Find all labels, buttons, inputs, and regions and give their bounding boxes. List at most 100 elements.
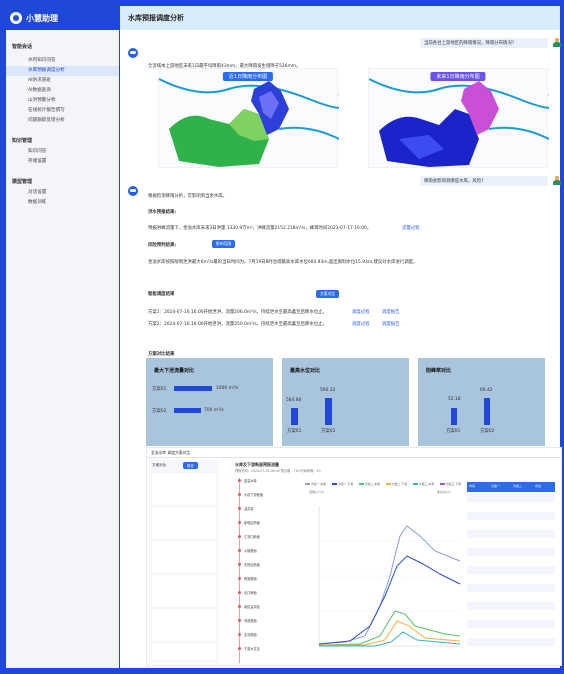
- legend-swatch: [413, 483, 418, 485]
- station-item[interactable]: 乡镇断面: [238, 548, 257, 553]
- bar-plan-01: [291, 408, 298, 425]
- list-item[interactable]: [152, 542, 216, 572]
- sidebar-item-qa[interactable]: 水利知识问答: [6, 56, 119, 66]
- embedded-dispatch-view: 金溢水库 调度方案对比 方案对比 报告 金溢水库大坝下游断面 溢洪道新城区断面汇流…: [146, 447, 562, 666]
- table-row: [467, 503, 555, 511]
- list-item[interactable]: [152, 576, 216, 606]
- rainfall-map-past[interactable]: 近1日降雨分布图: [158, 68, 346, 168]
- rainfall-map-future[interactable]: 未来1日降雨分布图: [368, 68, 556, 168]
- plan-2-report-link[interactable]: 调度报告: [382, 321, 400, 327]
- bar-value: 66.42: [480, 388, 493, 393]
- table-row: [467, 548, 555, 556]
- risk-heading: 风险预判结果:: [148, 243, 177, 248]
- station-dot-icon: [238, 605, 241, 608]
- station-dot-icon: [238, 619, 241, 622]
- legend-item[interactable]: 方案二-下游: [386, 482, 407, 486]
- legend-swatch: [332, 483, 337, 485]
- sidebar-item-knowledge-qa[interactable]: 知识问答: [6, 147, 119, 157]
- table-row: [467, 584, 555, 592]
- compare-plans-button[interactable]: 方案对比: [316, 290, 340, 298]
- legend-swatch: [359, 483, 364, 485]
- station-item[interactable]: 支流断面: [238, 632, 257, 637]
- bar-label: 方案02: [152, 409, 167, 414]
- embedded-tab-compare[interactable]: 方案对比: [152, 463, 166, 468]
- sidebar: 小慧助理 智能会话 水利知识问答 水库预报调度分析 AI防汛值班 AI数据查询 …: [6, 6, 119, 668]
- plan-2-process-link[interactable]: 调度过程: [352, 321, 370, 327]
- plan-1-report-link[interactable]: 调度报告: [382, 309, 400, 315]
- legend-item[interactable]: 方案三-下游: [440, 482, 461, 486]
- embedded-title: 金溢水库 调度方案对比: [151, 450, 191, 455]
- user-question-1: 当前各台上游地区的降雨情况，降雨分布情况?: [420, 38, 548, 48]
- chart-legend: 方案一-水库 方案一-下游 方案二-水库 方案二-下游 方案三-水库 方案三-下游: [305, 482, 465, 490]
- table-row: [467, 620, 555, 628]
- station-item[interactable]: 出口断面: [238, 590, 257, 595]
- bar-plan-01: [451, 408, 457, 425]
- bar-plan-02: [174, 408, 201, 413]
- risk-scope-button[interactable]: 影响范围: [212, 240, 236, 248]
- table-row: [467, 602, 555, 610]
- bar-label: 方案02: [480, 429, 495, 434]
- card-max-discharge-title: 最大下泄流量对比: [154, 368, 195, 374]
- legend-item[interactable]: 方案一-下游: [332, 482, 353, 486]
- station-list: 金溢水库大坝下游断面 溢洪道新城区断面汇流口断面乡镇断面农田区断面桥梁断面出口断面…: [238, 478, 289, 663]
- table-row: [467, 647, 555, 655]
- rainfall-map-past-graphic: [158, 78, 346, 167]
- bar-value: 700 m³/s: [204, 408, 224, 413]
- card-max-discharge: 最大下泄流量对比 方案01 1000 m³/s 方案02 700 m³/s: [146, 358, 273, 446]
- bar-label: 方案01: [287, 429, 302, 434]
- sidebar-item-report[interactable]: 在线统计报告撰写: [6, 106, 119, 116]
- sidebar-item-data-query[interactable]: AI数据查询: [6, 86, 119, 96]
- sidebar-item-reservoir[interactable]: 水库预报调度分析: [6, 66, 119, 76]
- table-row: [467, 494, 555, 502]
- rainfall-map-future-title: 未来1日降雨分布图: [430, 72, 486, 81]
- dispatch-heading: 智能调度结果: [148, 292, 175, 297]
- list-item[interactable]: [152, 474, 216, 504]
- sidebar-item-flood-warning[interactable]: 山洪预警分析: [6, 96, 119, 106]
- embedded-data-table: 时间 方案一 方案二 水位: [467, 482, 555, 662]
- legend-item[interactable]: 方案二-水库: [359, 482, 380, 486]
- table-row: [467, 530, 555, 538]
- station-item[interactable]: 汇流口断面: [238, 534, 260, 539]
- table-header-cell: 水位: [535, 484, 542, 488]
- station-item[interactable]: 农田区断面: [238, 562, 260, 567]
- bar-plan-01: [174, 386, 212, 391]
- station-dot-icon: [238, 647, 241, 650]
- app-name: 小慧助理: [26, 13, 58, 23]
- sidebar-item-training[interactable]: 数据训练: [6, 198, 119, 208]
- station-item[interactable]: 新城区断面: [238, 520, 260, 525]
- embedded-tab-report[interactable]: 报告: [183, 462, 198, 469]
- legend-item[interactable]: 方案三-水库: [413, 482, 434, 486]
- list-item[interactable]: [152, 508, 216, 538]
- sidebar-item-storage[interactable]: 存储设置: [6, 157, 119, 167]
- station-dot-icon: [238, 577, 241, 580]
- sidebar-item-duty[interactable]: AI防汛值班: [6, 76, 119, 86]
- sidebar-item-dialog-settings[interactable]: 对话设置: [6, 188, 119, 198]
- sidebar-item-feedback[interactable]: 问题跟踪反馈分析: [6, 116, 119, 126]
- table-row: [467, 512, 555, 520]
- embedded-chart-subtitle: 预报时间：2024-07-16 08:00 预见期：72h 时间间隔：1h: [235, 469, 321, 473]
- card-peak-reduction: 削峰率对比 52.18 方案01 66.42 方案02: [418, 358, 545, 446]
- station-item[interactable]: 大坝下游断面: [238, 492, 263, 497]
- forecast-link[interactable]: 流量过程: [402, 225, 420, 231]
- table-row: [467, 611, 555, 619]
- station-item[interactable]: 城区监测站: [238, 604, 260, 609]
- station-item[interactable]: 河道断面: [238, 618, 257, 623]
- legend-item[interactable]: 方案一-水库: [305, 482, 326, 486]
- rainfall-map-past-title: 近1日降雨分布图: [222, 72, 274, 81]
- table-row: [467, 575, 555, 583]
- plan-1-process-link[interactable]: 调度过程: [352, 309, 370, 315]
- table-header: [467, 482, 555, 492]
- plan-1-text: 方案1：2024-07-16 16:00开始泄洪，流量206.0m³/s，持续泄…: [148, 310, 327, 315]
- station-dot-icon: [238, 633, 241, 636]
- table-row: [467, 629, 555, 637]
- forecast-heading: 洪水预报结果:: [148, 210, 177, 215]
- list-item[interactable]: [152, 610, 216, 640]
- station-item[interactable]: 下游水文站: [238, 646, 260, 651]
- right-axis-label: 库水位(m): [437, 490, 452, 494]
- legend-swatch: [305, 483, 310, 485]
- station-item[interactable]: 桥梁断面: [238, 576, 257, 581]
- station-item[interactable]: 金溢水库: [238, 478, 257, 483]
- list-item[interactable]: [152, 644, 216, 660]
- station-item[interactable]: 溢洪道: [238, 506, 254, 511]
- table-row: [467, 638, 555, 646]
